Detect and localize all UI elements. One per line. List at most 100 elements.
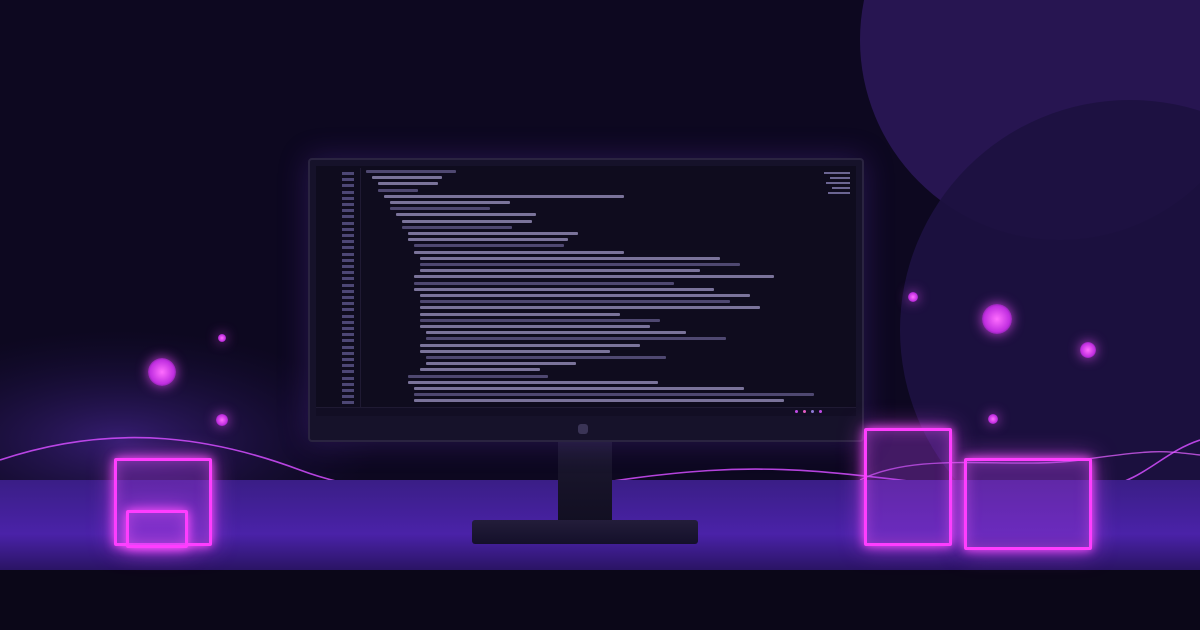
code-line (426, 331, 686, 335)
line-number (342, 370, 354, 374)
neon-cube-right-wide (964, 458, 1092, 550)
line-number (342, 333, 354, 337)
line-number (342, 178, 354, 182)
code-line (414, 275, 774, 279)
status-dot (811, 410, 814, 413)
neon-cube-left-front (126, 510, 188, 548)
code-line (366, 170, 456, 173)
scene (0, 0, 1200, 630)
code-line (414, 281, 674, 285)
code-line (420, 306, 760, 310)
line-number (342, 246, 354, 250)
line-number (342, 302, 354, 306)
line-number (342, 215, 354, 219)
line-number (342, 401, 354, 405)
minimap (820, 170, 850, 200)
code-line (426, 356, 666, 359)
line-number (342, 308, 354, 312)
line-number (342, 240, 354, 244)
line-number (342, 327, 354, 330)
floor-front-shadow (0, 570, 1200, 630)
line-number (342, 190, 354, 194)
line-number (342, 234, 354, 237)
code-line (402, 219, 532, 223)
code-line (420, 325, 650, 328)
code-line (414, 399, 784, 403)
line-number (342, 221, 354, 225)
code-line (402, 225, 512, 229)
code-line (420, 256, 720, 260)
code-line (420, 294, 750, 297)
code-line (372, 176, 442, 180)
line-number (342, 271, 354, 275)
status-bar (316, 407, 856, 416)
line-number (342, 265, 354, 268)
status-dot (803, 410, 806, 413)
code-line (408, 232, 578, 235)
neon-cube-right-tall (864, 428, 952, 546)
line-number (342, 184, 354, 188)
code-line (408, 380, 658, 384)
code-line (378, 182, 438, 186)
line-number (342, 376, 354, 380)
status-dot (795, 410, 798, 413)
line-number (342, 339, 354, 343)
line-number (342, 172, 354, 175)
code-line (426, 337, 726, 341)
monitor-stand-base (472, 520, 698, 544)
code-line (420, 349, 610, 353)
line-number (342, 320, 354, 324)
code-line (420, 312, 620, 316)
monitor-stand-neck (558, 438, 612, 522)
line-number (342, 364, 354, 368)
glowing-orb-icon (148, 358, 176, 386)
line-number (342, 289, 354, 293)
line-number (342, 395, 354, 399)
line-number (342, 382, 354, 386)
code-line (420, 300, 730, 304)
code-line (414, 387, 744, 390)
glowing-orb-icon (216, 414, 228, 426)
code-line (414, 250, 624, 254)
glowing-orb-icon (982, 304, 1012, 334)
code-line (414, 244, 564, 248)
glowing-orb-icon (908, 292, 918, 302)
code-line (414, 393, 814, 397)
glowing-orb-icon (218, 334, 226, 342)
line-number (342, 345, 354, 349)
line-number (342, 227, 354, 231)
line-number (342, 277, 354, 281)
line-number (342, 258, 354, 262)
line-number-gutter (316, 168, 361, 416)
code-line (408, 238, 568, 242)
line-number (342, 358, 354, 361)
status-dot (819, 410, 822, 413)
code-line (396, 213, 536, 217)
glowing-orb-icon (1080, 342, 1096, 358)
code-line (420, 343, 640, 347)
monitor (308, 158, 864, 442)
code-line (390, 207, 490, 211)
line-number (342, 196, 354, 200)
line-number (342, 283, 354, 287)
monitor-logo-icon (578, 424, 588, 434)
code-editor-screen (316, 166, 856, 416)
line-number (342, 351, 354, 355)
code-line (390, 201, 510, 204)
code-line (420, 269, 700, 273)
line-number (342, 296, 354, 299)
line-number (342, 314, 354, 318)
code-line (378, 188, 418, 192)
code-line (408, 374, 548, 378)
code-line (420, 368, 540, 372)
line-number (342, 203, 354, 206)
code-line (426, 362, 576, 366)
line-number (342, 389, 354, 392)
line-number (342, 209, 354, 213)
code-line (414, 287, 714, 291)
code-line (420, 263, 740, 266)
glowing-orb-icon (988, 414, 998, 424)
code-line (420, 318, 660, 322)
code-line (384, 194, 624, 198)
line-number (342, 252, 354, 256)
